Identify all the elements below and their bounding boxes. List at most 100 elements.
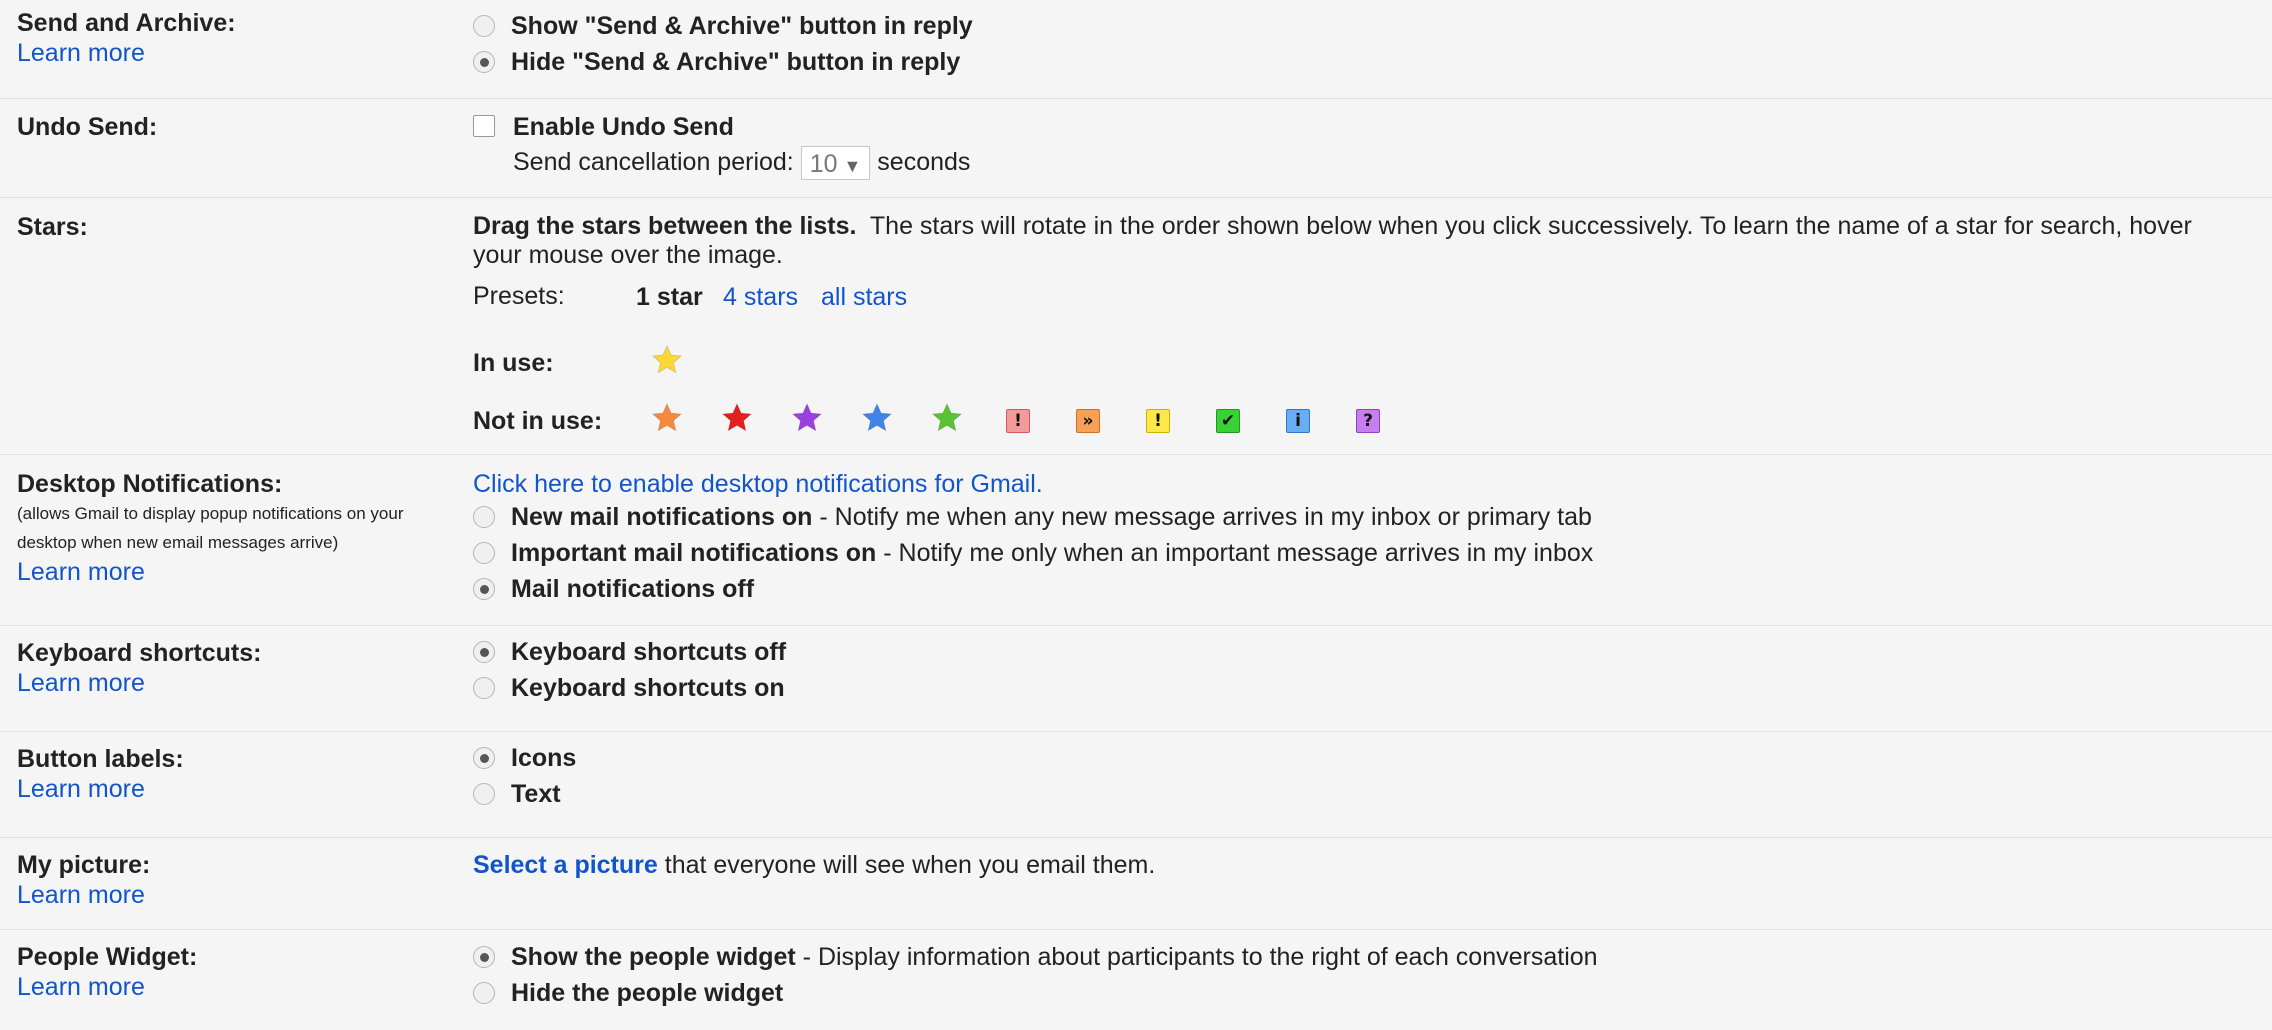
undo-send-period-unit: seconds: [877, 148, 971, 176]
send-archive-label-col: Send and Archive: Learn more: [17, 8, 447, 68]
people-widget-options: Show the people widget - Display informa…: [473, 939, 2252, 1011]
undo-send-title: Undo Send:: [17, 113, 158, 141]
stars-instruction: Drag the stars between the lists. The st…: [473, 212, 2242, 270]
desktop-notifications-new-mail-option[interactable]: New mail notifications on - Notify me wh…: [473, 499, 2252, 535]
button-labels-title: Button labels:: [17, 745, 184, 773]
desktop-notifications-off-label: Mail notifications off: [511, 575, 755, 603]
people-widget-hide-label: Hide the people widget: [511, 979, 784, 1007]
yellow-bang-icon[interactable]: !: [1146, 409, 1170, 433]
undo-send-period-label: Send cancellation period:: [513, 148, 794, 176]
green-star-icon[interactable]: [930, 401, 970, 441]
stars-preset-all-stars[interactable]: all stars: [821, 283, 907, 312]
people-widget-learn-more-link[interactable]: Learn more: [17, 972, 447, 1002]
blue-info-icon[interactable]: i: [1286, 409, 1310, 433]
purple-star-icon[interactable]: [790, 401, 830, 441]
desktop-notifications-desc-2: desktop when new email messages arrive): [17, 533, 339, 552]
undo-send-checkbox[interactable]: [473, 115, 495, 137]
people-widget-hide-option[interactable]: Hide the people widget: [473, 975, 2252, 1011]
my-picture-title: My picture:: [17, 851, 151, 879]
keyboard-shortcuts-on-option[interactable]: Keyboard shortcuts on: [473, 670, 2252, 706]
stars-section: Stars: Drag the stars between the lists.…: [0, 198, 2272, 455]
yellow-star-icon[interactable]: [650, 343, 690, 383]
button-labels-learn-more-link[interactable]: Learn more: [17, 774, 447, 804]
send-archive-section: Send and Archive: Learn more Show "Send …: [0, 0, 2272, 99]
keyboard-shortcuts-on-label: Keyboard shortcuts on: [511, 674, 785, 702]
stars-preset-4-stars[interactable]: 4 stars: [723, 283, 798, 312]
undo-send-period-select[interactable]: 10 ▼: [800, 146, 871, 181]
stars-presets-label: Presets:: [473, 282, 565, 310]
stars-content: Drag the stars between the lists. The st…: [473, 212, 2242, 435]
purple-question-icon[interactable]: ?: [1356, 409, 1380, 433]
chevron-down-icon: ▼: [843, 156, 862, 177]
my-picture-learn-more-link[interactable]: Learn more: [17, 880, 447, 910]
send-archive-learn-more-link[interactable]: Learn more: [17, 38, 447, 68]
send-archive-hide-option[interactable]: Hide "Send & Archive" button in reply: [473, 44, 2252, 80]
select-picture-link[interactable]: Select a picture: [473, 851, 658, 879]
stars-label-col: Stars:: [17, 212, 447, 242]
keyboard-shortcuts-section: Keyboard shortcuts: Learn more Keyboard …: [0, 626, 2272, 732]
send-archive-title: Send and Archive:: [17, 9, 236, 37]
keyboard-shortcuts-label-col: Keyboard shortcuts: Learn more: [17, 638, 447, 698]
desktop-notifications-section: Desktop Notifications: (allows Gmail to …: [0, 455, 2272, 626]
red-bang-icon[interactable]: !: [1006, 409, 1030, 433]
stars-presets-row: Presets: 1 star 4 stars all stars: [473, 276, 2242, 322]
people-widget-label-col: People Widget: Learn more: [17, 942, 447, 1002]
orange-star-icon[interactable]: [650, 401, 690, 441]
button-labels-icons-option[interactable]: Icons: [473, 740, 2252, 776]
button-labels-label-col: Button labels: Learn more: [17, 744, 447, 804]
desktop-notifications-off-option[interactable]: Mail notifications off: [473, 571, 2252, 607]
desktop-notifications-enable-link[interactable]: Click here to enable desktop notificatio…: [473, 469, 2252, 499]
desktop-notifications-important-option[interactable]: Important mail notifications on - Notify…: [473, 535, 2252, 571]
desktop-notifications-off-radio[interactable]: [473, 578, 495, 600]
send-archive-hide-label: Hide "Send & Archive" button in reply: [511, 48, 961, 76]
my-picture-label-col: My picture: Learn more: [17, 850, 447, 910]
undo-send-checkbox-label: Enable Undo Send: [513, 113, 734, 141]
desktop-notifications-new-mail-radio[interactable]: [473, 506, 495, 528]
keyboard-shortcuts-title: Keyboard shortcuts:: [17, 639, 262, 667]
keyboard-shortcuts-off-option[interactable]: Keyboard shortcuts off: [473, 634, 2252, 670]
send-archive-show-radio[interactable]: [473, 15, 495, 37]
send-archive-hide-radio[interactable]: [473, 51, 495, 73]
button-labels-text-radio[interactable]: [473, 783, 495, 805]
send-archive-show-option[interactable]: Show "Send & Archive" button in reply: [473, 8, 2252, 44]
people-widget-title: People Widget:: [17, 943, 198, 971]
stars-not-in-use-label: Not in use:: [473, 407, 603, 435]
button-labels-section: Button labels: Learn more Icons Text: [0, 732, 2272, 838]
people-widget-show-label: Show the people widget - Display informa…: [511, 943, 1598, 971]
keyboard-shortcuts-off-radio[interactable]: [473, 641, 495, 663]
send-archive-options: Show "Send & Archive" button in reply Hi…: [473, 8, 2252, 80]
desktop-notifications-important-label: Important mail notifications on - Notify…: [511, 539, 1594, 567]
stars-instruction-bold: Drag the stars between the lists.: [473, 212, 857, 240]
people-widget-show-radio[interactable]: [473, 946, 495, 968]
undo-send-period-row: Send cancellation period: 10 ▼ seconds: [513, 144, 2252, 181]
red-star-icon[interactable]: [720, 401, 760, 441]
button-labels-icons-radio[interactable]: [473, 747, 495, 769]
orange-guillemet-icon[interactable]: »: [1076, 409, 1100, 433]
undo-send-period-value: 10: [809, 150, 838, 179]
button-labels-text-label: Text: [511, 780, 561, 808]
my-picture-section: My picture: Learn more Select a picture …: [0, 838, 2272, 930]
my-picture-text: that everyone will see when you email th…: [657, 851, 1156, 879]
button-labels-text-option[interactable]: Text: [473, 776, 2252, 812]
desktop-notifications-important-radio[interactable]: [473, 542, 495, 564]
desktop-notifications-title: Desktop Notifications:: [17, 470, 283, 498]
people-widget-show-option[interactable]: Show the people widget - Display informa…: [473, 939, 2252, 975]
desktop-notifications-desc-1: (allows Gmail to display popup notificat…: [17, 504, 404, 523]
my-picture-content: Select a picture that everyone will see …: [473, 850, 2252, 880]
undo-send-checkbox-row[interactable]: Enable Undo Send: [473, 112, 2252, 144]
stars-title: Stars:: [17, 213, 88, 241]
button-labels-icons-label: Icons: [511, 744, 577, 772]
green-check-icon[interactable]: ✔: [1216, 409, 1240, 433]
undo-send-content: Enable Undo Send Send cancellation perio…: [473, 112, 2252, 181]
people-widget-section: People Widget: Learn more Show the peopl…: [0, 930, 2272, 1030]
keyboard-shortcuts-learn-more-link[interactable]: Learn more: [17, 668, 447, 698]
desktop-notifications-content: Click here to enable desktop notificatio…: [473, 469, 2252, 607]
undo-send-label-col: Undo Send:: [17, 112, 447, 142]
stars-in-use-row: In use:: [473, 344, 2242, 399]
send-archive-show-label: Show "Send & Archive" button in reply: [511, 12, 973, 40]
people-widget-hide-radio[interactable]: [473, 982, 495, 1004]
stars-preset-1-star[interactable]: 1 star: [636, 283, 703, 312]
blue-star-icon[interactable]: [860, 401, 900, 441]
desktop-notifications-learn-more-link[interactable]: Learn more: [17, 557, 447, 587]
keyboard-shortcuts-on-radio[interactable]: [473, 677, 495, 699]
